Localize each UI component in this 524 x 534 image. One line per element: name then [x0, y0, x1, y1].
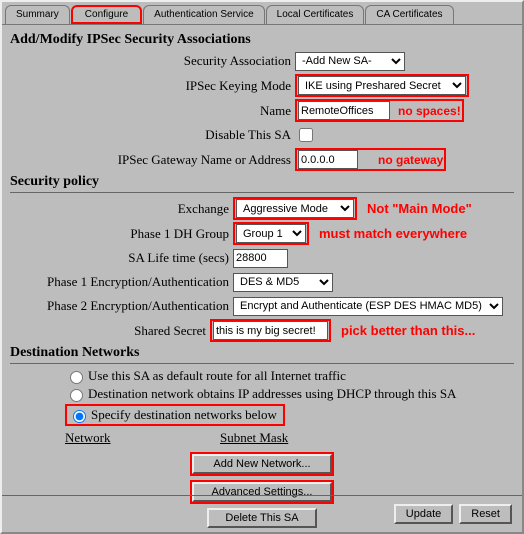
select-security-association[interactable]: -Add New SA- [295, 52, 405, 71]
label-shared-secret: Shared Secret [10, 323, 210, 339]
highlight-keying-mode: IKE using Preshared Secret [295, 74, 469, 97]
label-phase1-enc-auth: Phase 1 Encryption/Authentication [10, 274, 233, 290]
tab-summary[interactable]: Summary [5, 5, 70, 24]
label-exchange: Exchange [10, 201, 233, 217]
delete-this-sa-button[interactable]: Delete This SA [207, 508, 317, 528]
radio-dhcp[interactable] [70, 389, 83, 402]
tab-local-certificates[interactable]: Local Certificates [266, 5, 365, 24]
highlight-advanced-settings: Advanced Settings... [190, 480, 334, 504]
label-dh-group: Phase 1 DH Group [10, 226, 233, 242]
advanced-settings-button[interactable]: Advanced Settings... [192, 482, 332, 502]
label-sa-life: SA Life time (secs) [10, 250, 233, 266]
column-header-subnet: Subnet Mask [220, 430, 288, 446]
radio-specify-below[interactable] [73, 410, 86, 423]
radio-label-default-route: Use this SA as default route for all Int… [88, 368, 346, 384]
select-dh-group[interactable]: Group 1 [236, 224, 306, 243]
annotation-no-spaces: no spaces! [398, 104, 461, 118]
radio-default-route[interactable] [70, 371, 83, 384]
tab-auth-service[interactable]: Authentication Service [143, 5, 265, 24]
label-phase2-enc-auth: Phase 2 Encryption/Authentication [10, 298, 233, 314]
reset-button[interactable]: Reset [459, 504, 512, 524]
column-header-network: Network [65, 430, 220, 446]
label-security-association: Security Association [10, 53, 295, 69]
select-phase2-enc-auth[interactable]: Encrypt and Authenticate (ESP DES HMAC M… [233, 297, 503, 316]
label-keying-mode: IPSec Keying Mode [10, 78, 295, 94]
update-button[interactable]: Update [394, 504, 453, 524]
heading-security-policy: Security policy [10, 174, 514, 190]
highlight-dh-group: Group 1 [233, 222, 309, 245]
annotation-must-match: must match everywhere [319, 226, 467, 241]
tab-bar: Summary Configure Authentication Service… [2, 2, 522, 25]
highlight-shared-secret [210, 319, 331, 342]
highlight-specify-below: Specify destination networks below [65, 404, 285, 426]
highlight-gateway: no gateway [295, 148, 446, 171]
input-name[interactable] [298, 101, 390, 120]
heading-destination-networks: Destination Networks [10, 345, 514, 361]
heading-add-modify: Add/Modify IPSec Security Associations [10, 32, 514, 48]
highlight-name: no spaces! [295, 99, 464, 122]
tab-configure[interactable]: Configure [71, 5, 142, 24]
label-name: Name [10, 103, 295, 119]
tab-ca-certificates[interactable]: CA Certificates [365, 5, 453, 24]
highlight-add-network: Add New Network... [190, 452, 334, 476]
input-shared-secret[interactable] [213, 321, 328, 340]
annotation-not-main-mode: Not "Main Mode" [367, 201, 472, 216]
checkbox-disable-sa[interactable] [299, 128, 313, 142]
select-phase1-enc-auth[interactable]: DES & MD5 [233, 273, 333, 292]
highlight-exchange: Aggressive Mode [233, 197, 357, 220]
input-gateway[interactable] [298, 150, 358, 169]
select-keying-mode[interactable]: IKE using Preshared Secret [298, 76, 466, 95]
select-exchange[interactable]: Aggressive Mode [236, 199, 354, 218]
radio-label-specify-below: Specify destination networks below [91, 407, 277, 423]
label-disable-sa: Disable This SA [10, 127, 295, 143]
annotation-no-gateway: no gateway [378, 153, 443, 167]
label-gateway: IPSec Gateway Name or Address [10, 152, 295, 168]
add-new-network-button[interactable]: Add New Network... [192, 454, 332, 474]
input-sa-life[interactable] [233, 249, 288, 268]
annotation-pick-better: pick better than this... [341, 323, 475, 338]
radio-label-dhcp: Destination network obtains IP addresses… [88, 386, 456, 402]
